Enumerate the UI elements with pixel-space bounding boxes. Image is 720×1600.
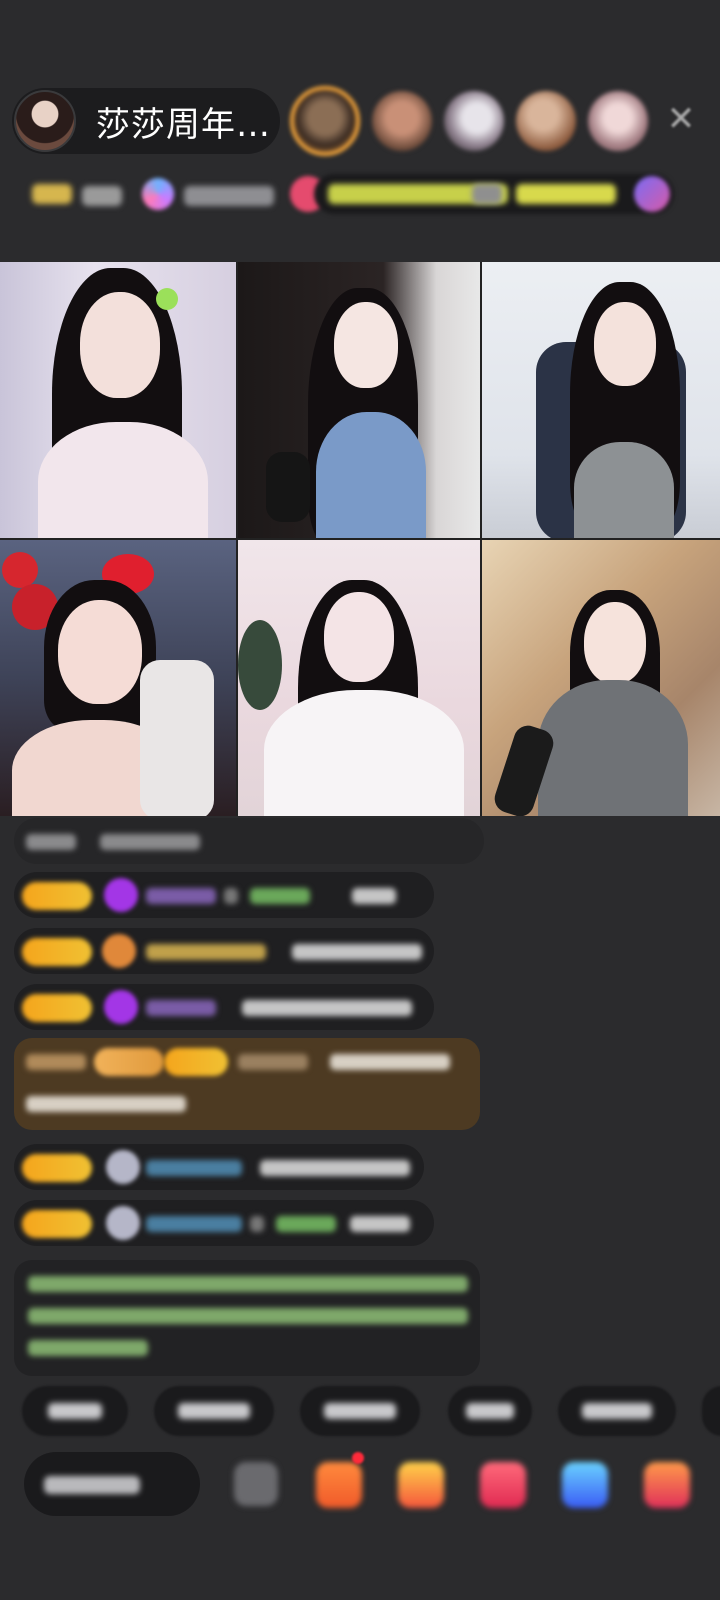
chat-message xyxy=(14,872,434,918)
chat-message xyxy=(14,818,484,864)
emoji-icon[interactable] xyxy=(234,1462,278,1506)
video-tile[interactable] xyxy=(238,540,480,816)
quick-chip[interactable] xyxy=(448,1386,532,1436)
video-tile[interactable] xyxy=(238,262,480,538)
quick-chip[interactable] xyxy=(702,1386,720,1436)
anchor-name[interactable]: 莎莎周年… xyxy=(96,97,271,146)
treasure-icon[interactable] xyxy=(398,1462,444,1508)
system-notice xyxy=(14,1260,480,1376)
quick-chip[interactable] xyxy=(558,1386,676,1436)
chat-message xyxy=(14,928,434,974)
quick-chip[interactable] xyxy=(154,1386,274,1436)
gift-icon[interactable] xyxy=(644,1462,690,1508)
video-tile[interactable] xyxy=(0,540,236,816)
viewer-avatar[interactable] xyxy=(372,91,432,151)
chat-message xyxy=(14,984,434,1030)
chat-message xyxy=(14,1038,480,1130)
chat-message xyxy=(14,1144,424,1190)
game-icon[interactable] xyxy=(562,1462,608,1508)
viewer-avatar[interactable] xyxy=(516,91,576,151)
live-room: 莎莎周年… ✕ xyxy=(0,0,720,1600)
heart-gift-icon[interactable] xyxy=(480,1462,526,1508)
quick-chip[interactable] xyxy=(22,1386,128,1436)
viewer-avatar[interactable] xyxy=(588,91,648,151)
viewer-avatar[interactable] xyxy=(444,91,504,151)
balloon xyxy=(2,552,38,588)
viewer-avatar-list xyxy=(290,86,648,156)
chat-input[interactable] xyxy=(24,1452,200,1516)
notification-dot xyxy=(352,1452,364,1464)
video-tile[interactable] xyxy=(482,540,720,816)
chair xyxy=(140,660,214,816)
plant xyxy=(238,620,282,710)
video-grid xyxy=(0,262,720,816)
quick-chip[interactable] xyxy=(300,1386,420,1436)
video-tile[interactable] xyxy=(0,262,236,538)
video-tile[interactable] xyxy=(482,262,720,538)
close-icon[interactable]: ✕ xyxy=(664,102,698,136)
gift-box-icon[interactable] xyxy=(316,1462,362,1508)
anchor-avatar[interactable] xyxy=(14,90,76,152)
microphone xyxy=(266,452,310,522)
room-info-row xyxy=(22,172,696,216)
anchor-info[interactable]: 莎莎周年… xyxy=(12,88,280,154)
flower-hairpin xyxy=(156,288,178,310)
viewer-avatar[interactable] xyxy=(290,86,360,156)
chat-message xyxy=(14,1200,434,1246)
